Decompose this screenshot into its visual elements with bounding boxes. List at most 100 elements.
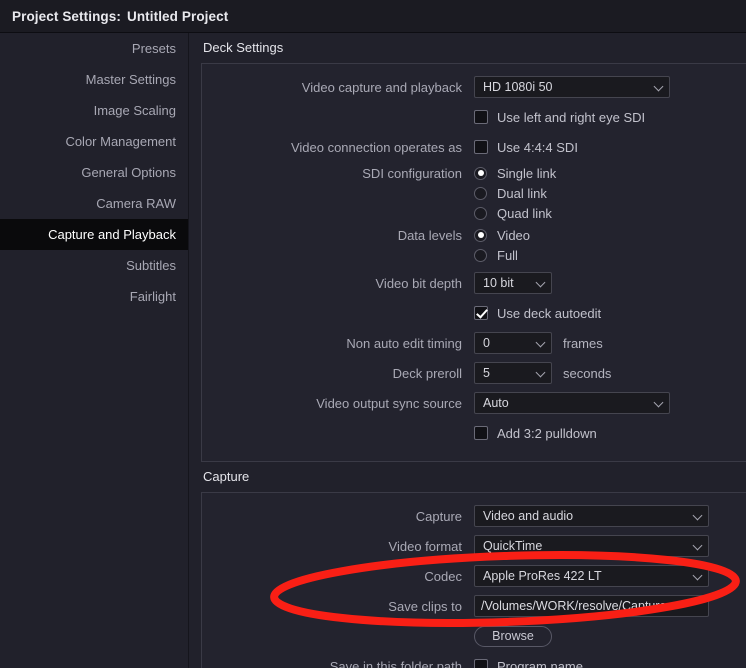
label-video-format: Video format — [388, 538, 462, 554]
label-data-levels: Data levels — [397, 228, 462, 243]
checkbox-program-name[interactable]: Program name — [474, 659, 583, 668]
chevron-down-icon — [535, 277, 546, 288]
row-use-deck-autoedit: Use deck autoedit — [202, 299, 746, 327]
sidebar-item-label: Presets — [131, 41, 176, 56]
chevron-down-icon — [692, 540, 703, 551]
row-video-bit-depth: Video bit depth 10 bit — [202, 269, 746, 297]
select-value: HD 1080i 50 — [483, 80, 553, 94]
checkbox-box-icon[interactable] — [474, 110, 488, 124]
sidebar-item-label: Capture and Playback — [48, 227, 176, 242]
checkbox-box-icon[interactable] — [474, 306, 488, 320]
radio-dot-icon[interactable] — [474, 166, 487, 180]
sidebar-item-subtitles[interactable]: Subtitles — [0, 250, 188, 281]
suffix-seconds: seconds — [563, 365, 612, 381]
label-video-capture-and-playback: Video capture and playback — [301, 79, 462, 95]
radio-full[interactable]: Full — [474, 245, 530, 265]
checkbox-add-32-pulldown[interactable]: Add 3:2 pulldown — [474, 426, 597, 441]
chevron-down-icon — [535, 337, 546, 348]
chevron-down-icon — [653, 397, 664, 408]
title-prefix: Project Settings: — [12, 8, 121, 24]
row-codec: Codec Apple ProRes 422 LT — [202, 562, 746, 590]
select-value: 10 bit — [483, 276, 514, 290]
row-save-clips-to: Save clips to /Volumes/WORK/resolve/Capt… — [202, 592, 746, 620]
checkbox-use-deck-autoedit[interactable]: Use deck autoedit — [474, 306, 601, 321]
radio-video[interactable]: Video — [474, 225, 530, 245]
select-video-capture-and-playback[interactable]: HD 1080i 50 — [474, 76, 670, 98]
deck-settings-heading: Deck Settings — [203, 40, 284, 55]
chevron-down-icon — [692, 510, 703, 521]
browse-button[interactable]: Browse — [474, 625, 552, 647]
select-value: Auto — [483, 396, 509, 410]
sidebar-item-label: Master Settings — [85, 72, 176, 87]
sidebar-item-label: Subtitles — [126, 258, 176, 273]
row-sdi-configuration: SDI configuration Single link Dual link … — [202, 163, 746, 223]
radio-label: Quad link — [497, 205, 552, 221]
checkbox-use-left-and-right-eye-sdi[interactable]: Use left and right eye SDI — [474, 110, 645, 125]
checkbox-box-icon[interactable] — [474, 140, 488, 154]
label-non-auto-edit-timing: Non auto edit timing — [346, 335, 462, 351]
radiogroup-data-levels: Video Full — [474, 225, 530, 265]
checkbox-box-icon[interactable] — [474, 659, 488, 668]
sidebar-item-label: Fairlight — [129, 289, 176, 304]
row-video-format: Video format QuickTime — [202, 532, 746, 560]
radio-label: Single link — [497, 165, 557, 181]
settings-content-pane: Deck Settings Video capture and playback… — [188, 33, 746, 668]
chevron-down-icon — [692, 570, 703, 581]
radio-dot-icon[interactable] — [474, 186, 487, 200]
select-video-format[interactable]: QuickTime — [474, 535, 709, 557]
label-video-connection-operates-as: Video connection operates as — [290, 139, 462, 155]
sidebar-item-master-settings[interactable]: Master Settings — [0, 64, 188, 95]
select-video-output-sync-source[interactable]: Auto — [474, 392, 670, 414]
radio-dot-icon[interactable] — [474, 248, 487, 262]
label-deck-preroll: Deck preroll — [392, 365, 462, 381]
row-video-connection-operates-as: Video connection operates as Use 4:4:4 S… — [202, 133, 746, 161]
radio-dual-link[interactable]: Dual link — [474, 183, 556, 203]
radio-single-link[interactable]: Single link — [474, 163, 556, 183]
chevron-down-icon — [535, 367, 546, 378]
select-non-auto-edit-timing[interactable]: 0 — [474, 332, 552, 354]
select-deck-preroll[interactable]: 5 — [474, 362, 552, 384]
sidebar-item-fairlight[interactable]: Fairlight — [0, 281, 188, 312]
label-video-bit-depth: Video bit depth — [375, 275, 463, 291]
radio-label: Full — [497, 247, 518, 263]
checkbox-use-444-sdi[interactable]: Use 4:4:4 SDI — [474, 140, 578, 155]
capture-panel: Capture Video and audio Video format Qui… — [201, 492, 746, 668]
sidebar-item-capture-and-playback[interactable]: Capture and Playback — [0, 219, 188, 250]
row-video-output-sync-source: Video output sync source Auto — [202, 389, 746, 417]
deck-settings-panel: Video capture and playback HD 1080i 50 U… — [201, 63, 746, 461]
save-clips-to-input[interactable]: /Volumes/WORK/resolve/Capture — [474, 595, 709, 617]
radiogroup-sdi-configuration: Single link Dual link Quad link — [474, 163, 556, 223]
select-codec[interactable]: Apple ProRes 422 LT — [474, 565, 709, 587]
suffix-frames: frames — [563, 335, 603, 351]
radio-dot-icon[interactable] — [474, 206, 487, 220]
sidebar-item-color-management[interactable]: Color Management — [0, 126, 188, 157]
radio-label: Video — [497, 227, 531, 243]
checkbox-box-icon[interactable] — [474, 426, 488, 440]
radio-dot-icon[interactable] — [474, 228, 487, 242]
row-video-capture-and-playback: Video capture and playback HD 1080i 50 — [202, 73, 746, 101]
row-use-left-right-eye-sdi: Use left and right eye SDI — [202, 103, 746, 131]
sidebar-item-general-options[interactable]: General Options — [0, 157, 188, 188]
page-title: Project Settings: Untitled Project — [0, 9, 228, 24]
radio-label: Dual link — [497, 185, 547, 201]
row-deck-preroll: Deck preroll 5 seconds — [202, 359, 746, 387]
label-codec: Codec — [424, 568, 462, 584]
capture-heading: Capture — [203, 469, 250, 484]
sidebar-item-label: Camera RAW — [96, 196, 176, 211]
radio-quad-link[interactable]: Quad link — [474, 203, 556, 223]
sidebar-item-presets[interactable]: Presets — [0, 33, 188, 64]
sidebar-item-image-scaling[interactable]: Image Scaling — [0, 95, 188, 126]
sidebar-item-label: Image Scaling — [93, 103, 176, 118]
settings-sidebar: Presets Master Settings Image Scaling Co… — [0, 33, 188, 668]
window-title-bar: Project Settings: Untitled Project — [0, 0, 746, 33]
select-value: Video and audio — [483, 509, 574, 523]
label-save-clips-to: Save clips to — [388, 598, 462, 614]
checkbox-label: Program name — [497, 658, 583, 668]
row-browse: Browse — [202, 622, 746, 650]
select-capture[interactable]: Video and audio — [474, 505, 709, 527]
sidebar-item-camera-raw[interactable]: Camera RAW — [0, 188, 188, 219]
sidebar-item-label: Color Management — [65, 134, 176, 149]
label-save-in-this-folder-path: Save in this folder path — [329, 658, 462, 668]
select-video-bit-depth[interactable]: 10 bit — [474, 272, 552, 294]
checkbox-label: Use 4:4:4 SDI — [497, 139, 578, 155]
